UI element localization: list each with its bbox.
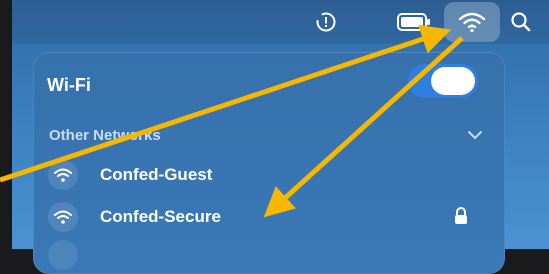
wifi-icon [48, 160, 78, 190]
network-name: Confed-Secure [100, 207, 221, 226]
wifi-icon [458, 12, 486, 33]
lock-icon [453, 206, 469, 226]
wifi-menu-button[interactable] [444, 2, 500, 42]
network-row-confed-secure[interactable]: Confed-Secure [40, 198, 496, 236]
screenshot: Wi-Fi Other Networks Confed-Guest Confed… [0, 0, 549, 274]
network-row-confed-guest[interactable]: Confed-Guest [40, 156, 496, 194]
network-row-partial [48, 240, 78, 270]
battery-icon[interactable] [397, 10, 431, 34]
toggle-knob [431, 67, 475, 95]
warning-icon[interactable] [313, 9, 339, 35]
left-edge [0, 0, 12, 249]
other-networks-label: Other Networks [49, 127, 161, 144]
chevron-down-icon[interactable] [466, 128, 484, 142]
wifi-panel-title: Wi-Fi [47, 75, 91, 95]
wifi-toggle[interactable] [408, 64, 478, 98]
search-icon[interactable] [508, 9, 534, 35]
wifi-icon [48, 202, 78, 232]
network-name: Confed-Guest [100, 165, 213, 184]
